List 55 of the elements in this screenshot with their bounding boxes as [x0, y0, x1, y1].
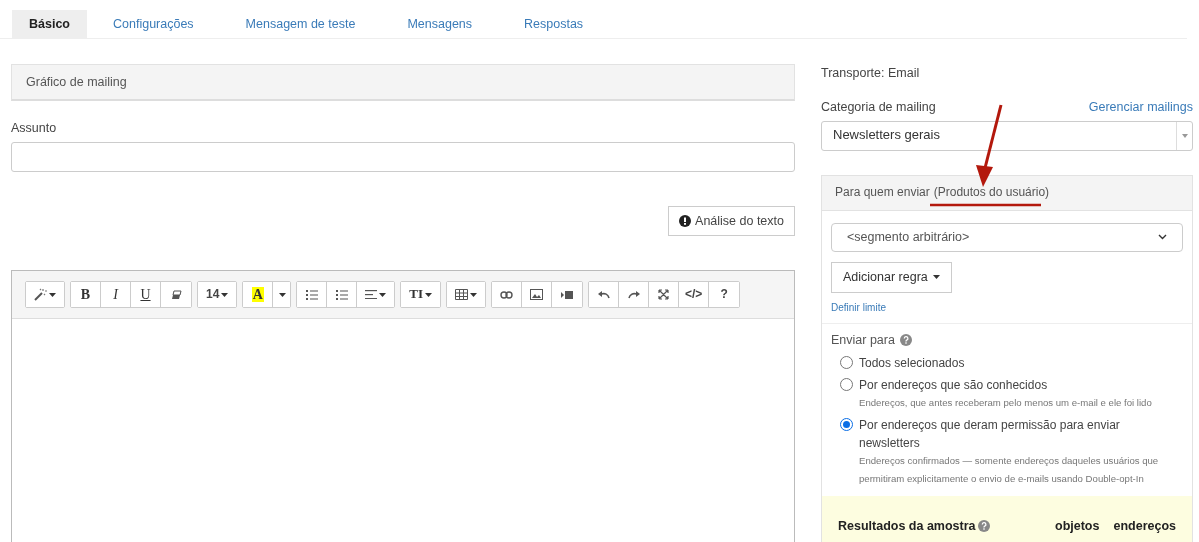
- panel-title: Para quem enviar: [835, 184, 930, 201]
- toolbar-button[interactable]: [447, 282, 486, 308]
- redo-icon: [627, 290, 640, 300]
- exclamation-icon: [679, 215, 692, 228]
- subject-field[interactable]: [11, 142, 795, 173]
- numbered-list-icon: [335, 289, 348, 300]
- bold-button[interactable]: B: [71, 282, 101, 308]
- link-icon: [500, 290, 514, 299]
- undo-icon: [597, 290, 610, 300]
- image-icon: [530, 289, 544, 301]
- results-title: Resultados da amostra: [838, 517, 976, 534]
- radio-label: Por endereços que são conhecidos: [859, 376, 1049, 394]
- caret-icon: [1181, 133, 1188, 138]
- table-icon: [455, 289, 469, 301]
- radio-label: Todos selecionados: [859, 354, 965, 372]
- tab[interactable]: Configurações: [96, 10, 211, 38]
- category-select[interactable]: Newsletters gerais: [821, 120, 1193, 151]
- eraser-icon: [170, 289, 182, 300]
- column-header: objetos: [1055, 517, 1100, 534]
- section-title: Gráfico de mailing: [26, 73, 127, 91]
- chevron-down-icon: [1158, 234, 1167, 240]
- field-label: Enviar para: [831, 331, 895, 348]
- bulleted-list-icon: [305, 289, 318, 300]
- tab[interactable]: Básico: [12, 10, 87, 38]
- tab[interactable]: Respostas: [507, 10, 601, 38]
- transport-text: Transporte: Email: [821, 65, 921, 82]
- toolbar-button[interactable]: [26, 282, 64, 308]
- add-rule-button[interactable]: Adicionar regra: [831, 261, 952, 293]
- define-limit-link[interactable]: Definir limite: [831, 301, 886, 313]
- column-header: endereços: [1113, 517, 1176, 534]
- tab[interactable]: Mensagens: [390, 10, 490, 38]
- magic-wand-icon: [34, 288, 47, 302]
- caret-icon: [932, 275, 940, 279]
- panel-title-link[interactable]: (Produtos do usuário): [933, 184, 1050, 201]
- field-label: Assunto: [11, 120, 58, 137]
- help-icon: [977, 519, 990, 532]
- fullscreen-icon: [658, 289, 670, 301]
- help-icon: [899, 333, 912, 346]
- align-icon: [365, 290, 378, 300]
- tab[interactable]: Mensagem de teste: [228, 10, 373, 38]
- option-hint: Endereços confirmados — somente endereços daqueles usuários que permitiram explicitamente o envio de e-mails usando Double-opt-In: [859, 453, 1160, 486]
- text-style-button[interactable]: TI: [401, 282, 441, 308]
- toolbar-button[interactable]: [589, 282, 620, 308]
- text-analysis-button[interactable]: Análise do texto: [668, 206, 795, 237]
- segment-select[interactable]: <segmento arbitrário>: [831, 222, 1183, 252]
- field-label: Categoria de mailing: [821, 99, 936, 116]
- caret-icon: [279, 292, 287, 297]
- manage-mailings-link[interactable]: Gerenciar mailings: [1088, 99, 1193, 116]
- toolbar-button[interactable]: 14: [198, 282, 237, 308]
- option-hint: Endereços, que antes receberam pelo menos um e-mail e ele foi lido: [859, 395, 1152, 410]
- video-icon: [561, 290, 574, 299]
- radio-label: Por endereços que deram permissão para enviar newsletters: [859, 416, 1121, 452]
- rich-text-editor[interactable]: B I U 14 A TI </> ?: [11, 270, 795, 542]
- toolbar-button[interactable]: [492, 282, 523, 308]
- highlight-button[interactable]: A: [243, 282, 274, 308]
